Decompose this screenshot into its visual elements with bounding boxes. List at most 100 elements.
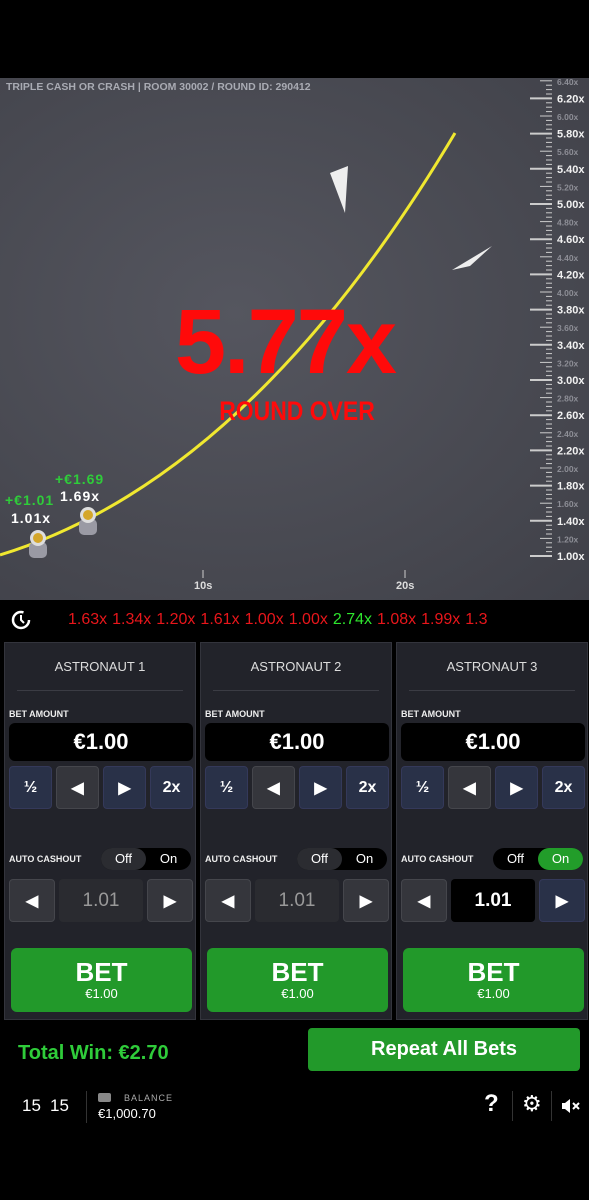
repeat-all-bets-button[interactable]: Repeat All Bets <box>308 1028 580 1071</box>
bet-label: BET <box>467 957 520 987</box>
y-tick: 6.40x <box>557 78 579 87</box>
history-multiplier: 2.74x <box>332 611 372 628</box>
y-tick: 2.80x <box>557 394 579 404</box>
y-tick: 5.60x <box>557 147 579 157</box>
bet-panel-2: ASTRONAUT 2 BET AMOUNT €1.00 ½ ◀ ▶ 2x AUTO … <box>200 642 392 1020</box>
history-multiplier: 1.00x <box>288 611 328 628</box>
increase-bet-button[interactable]: ▶ <box>299 766 342 809</box>
debris <box>452 246 492 270</box>
crash-multiplier: 5.77x <box>174 291 397 393</box>
auto-cashout-toggle[interactable]: Off On <box>493 848 583 870</box>
bet-label: BET <box>271 957 324 987</box>
astronaut-icon <box>79 507 97 535</box>
decrease-cashout-button[interactable]: ◀ <box>205 879 252 922</box>
toggle-off[interactable]: Off <box>101 848 146 870</box>
bet-panel-1: ASTRONAUT 1 BET AMOUNT €1.00 ½ ◀ ▶ 2x AUTO … <box>4 642 196 1020</box>
history-multiplier: 1.34x <box>112 611 152 628</box>
y-tick: 1.00x <box>557 551 585 563</box>
counter: 15 <box>22 1096 41 1115</box>
double-button[interactable]: 2x <box>150 766 193 809</box>
toggle-off[interactable]: Off <box>493 848 538 870</box>
y-tick: 1.40x <box>557 516 585 528</box>
increase-bet-button[interactable]: ▶ <box>103 766 146 809</box>
auto-cashout-toggle[interactable]: Off On <box>297 848 387 870</box>
help-icon[interactable]: ? <box>484 1090 499 1118</box>
history-icon[interactable] <box>10 609 32 631</box>
toggle-on[interactable]: On <box>146 848 191 870</box>
decrease-bet-button[interactable]: ◀ <box>56 766 99 809</box>
balance-label: BALANCE <box>124 1093 174 1103</box>
increase-cashout-button[interactable]: ▶ <box>146 879 194 922</box>
x-tick: 10s <box>194 580 213 592</box>
cashout-mult: 1.01x <box>11 510 52 526</box>
bet-amount-input[interactable]: €1.00 <box>401 723 585 761</box>
y-tick: 2.00x <box>557 464 579 474</box>
bet-amount-label: BET AMOUNT <box>401 709 461 719</box>
y-tick: 5.80x <box>557 129 585 141</box>
history-multiplier: 1.3 <box>465 611 488 628</box>
x-tick: 20s <box>396 580 415 592</box>
decrease-cashout-button[interactable]: ◀ <box>9 879 56 922</box>
auto-cashout-label: AUTO CASHOUT <box>9 854 82 864</box>
bet-button[interactable]: BET €1.00 <box>11 948 192 1012</box>
auto-cashout-label: AUTO CASHOUT <box>205 854 278 864</box>
settings-icon[interactable]: ⚙ <box>522 1091 542 1117</box>
increase-cashout-button[interactable]: ▶ <box>538 879 586 922</box>
counter: 15 <box>50 1096 69 1115</box>
decrease-cashout-button[interactable]: ◀ <box>401 879 448 922</box>
decrease-bet-button[interactable]: ◀ <box>252 766 295 809</box>
history-bar: 1.63x 1.34x 1.20x 1.61x 1.00x 1.00x 2.74x 1.08x… <box>0 600 589 640</box>
y-tick: 5.00x <box>557 199 585 211</box>
panel-title: ASTRONAUT 2 <box>213 643 379 691</box>
auto-cashout-toggle[interactable]: Off On <box>101 848 191 870</box>
history-multiplier: 1.63x <box>68 611 108 628</box>
panel-title: ASTRONAUT 1 <box>17 643 183 691</box>
toggle-off[interactable]: Off <box>297 848 342 870</box>
y-tick: 4.40x <box>557 253 579 263</box>
bet-panel-3: ASTRONAUT 3 BET AMOUNT €1.00 ½ ◀ ▶ 2x AUTO … <box>396 642 588 1020</box>
y-tick: 4.60x <box>557 234 585 246</box>
bet-amount-label: BET AMOUNT <box>205 709 265 719</box>
bet-button-amount: €1.00 <box>281 986 314 1001</box>
y-tick: 2.60x <box>557 410 585 422</box>
bet-amount-input[interactable]: €1.00 <box>9 723 193 761</box>
cashout-input[interactable]: 1.01 <box>451 879 535 922</box>
decrease-bet-button[interactable]: ◀ <box>448 766 491 809</box>
mute-icon[interactable] <box>561 1098 581 1114</box>
bet-button[interactable]: BET €1.00 <box>207 948 388 1012</box>
y-tick: 2.20x <box>557 445 585 457</box>
cashout-input[interactable]: 1.01 <box>255 879 339 922</box>
y-tick: 4.20x <box>557 269 585 281</box>
half-button[interactable]: ½ <box>401 766 444 809</box>
balance-value: €1,000.70 <box>98 1106 156 1121</box>
y-tick: 4.80x <box>557 218 579 228</box>
y-tick: 1.80x <box>557 481 585 493</box>
y-tick: 1.20x <box>557 534 579 544</box>
auto-cashout-label: AUTO CASHOUT <box>401 854 474 864</box>
half-button[interactable]: ½ <box>205 766 248 809</box>
panel-title: ASTRONAUT 3 <box>409 643 575 691</box>
cashout-input[interactable]: 1.01 <box>59 879 143 922</box>
bet-button-amount: €1.00 <box>477 986 510 1001</box>
history-multiplier: 1.61x <box>200 611 240 628</box>
game-title: TRIPLE CASH OR CRASH | ROOM 30002 / ROUN… <box>6 81 311 93</box>
toggle-on[interactable]: On <box>538 848 583 870</box>
bet-button[interactable]: BET €1.00 <box>403 948 584 1012</box>
bet-label: BET <box>75 957 128 987</box>
toggle-on[interactable]: On <box>342 848 387 870</box>
bet-amount-input[interactable]: €1.00 <box>205 723 389 761</box>
total-win: Total Win: €2.70 <box>18 1042 169 1064</box>
double-button[interactable]: 2x <box>542 766 585 809</box>
y-tick: 2.40x <box>557 429 579 439</box>
history-multiplier: 1.20x <box>156 611 196 628</box>
double-button[interactable]: 2x <box>346 766 389 809</box>
half-button[interactable]: ½ <box>9 766 52 809</box>
y-tick: 6.20x <box>557 93 585 105</box>
cashout-win: +€1.01 <box>5 492 55 508</box>
footer: 15 15 BALANCE €1,000.70 ? ⚙ <box>0 1085 589 1127</box>
cashout-win: +€1.69 <box>55 471 105 487</box>
astronaut-icon <box>29 530 47 558</box>
increase-cashout-button[interactable]: ▶ <box>342 879 390 922</box>
wallet-icon <box>98 1093 111 1102</box>
increase-bet-button[interactable]: ▶ <box>495 766 538 809</box>
